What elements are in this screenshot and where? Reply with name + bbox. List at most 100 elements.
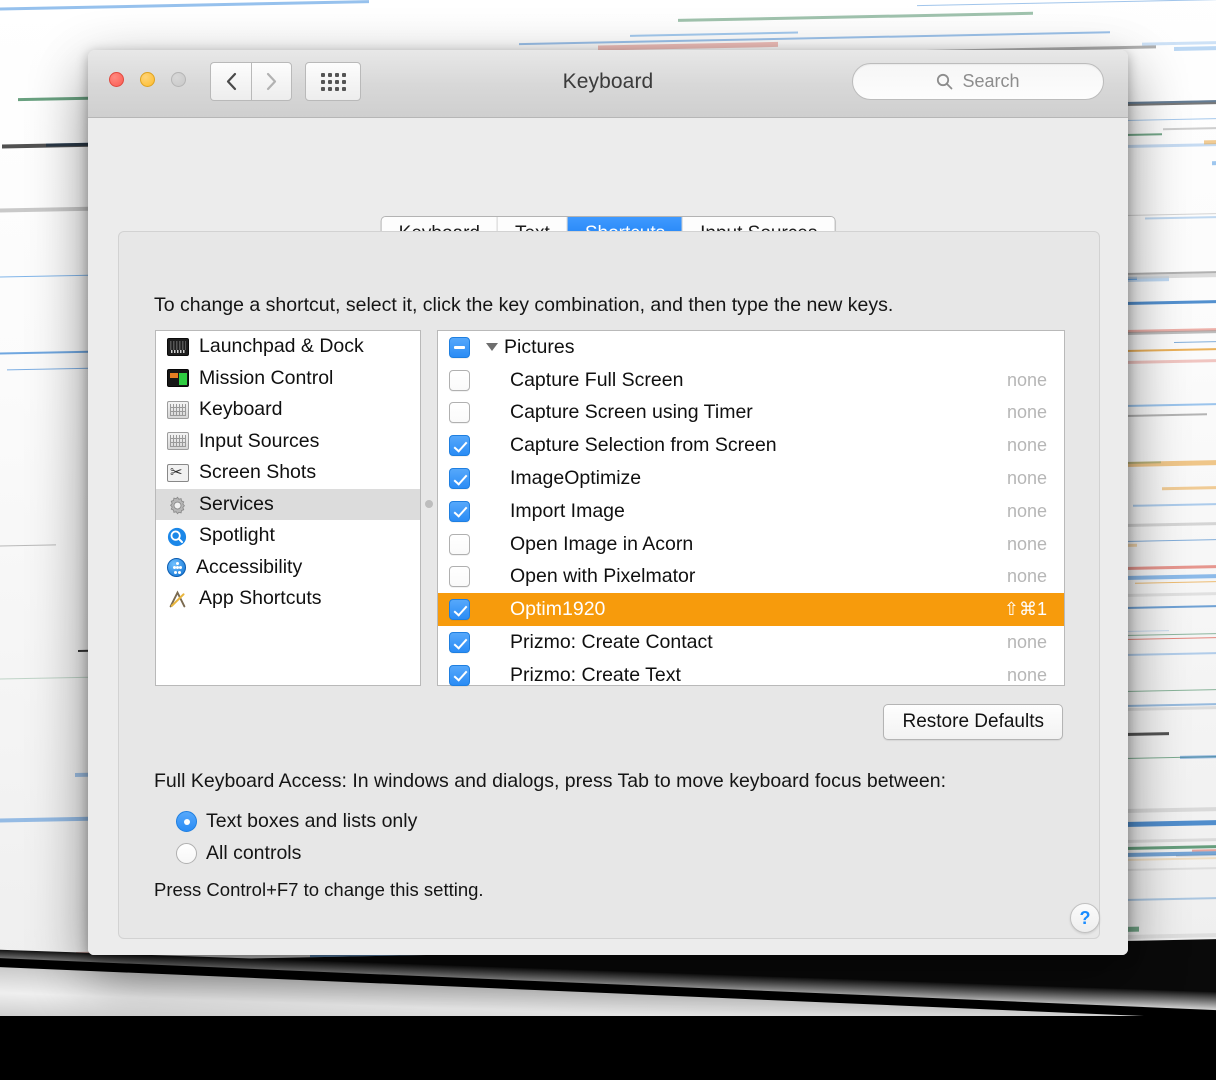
window-titlebar[interactable]: Keyboard Search — [88, 50, 1128, 118]
sidebar-item-mission-control[interactable]: Mission Control — [156, 363, 420, 395]
radio-button-indicator[interactable] — [176, 811, 197, 832]
services-gear-icon — [167, 495, 188, 516]
shortcut-row[interactable]: Capture Screen using Timer none — [438, 397, 1064, 430]
full-keyboard-access-hint: Press Control+F7 to change this setting. — [154, 879, 484, 901]
background-streak — [1133, 499, 1216, 507]
launchpad-dock-icon — [167, 338, 189, 356]
radio-button-indicator[interactable] — [176, 843, 197, 864]
shortcut-checkbox[interactable] — [449, 632, 470, 653]
shortcut-label: Capture Full Screen — [510, 369, 683, 392]
background-streak — [519, 32, 1110, 45]
search-icon — [936, 73, 953, 90]
shortcut-checkbox[interactable] — [449, 337, 470, 358]
shortcut-checkbox[interactable] — [449, 665, 470, 686]
keyboard-icon — [167, 401, 189, 419]
shortcut-key-combination[interactable]: none — [1007, 468, 1047, 489]
shortcut-category-list[interactable]: Launchpad & Dock Mission Control Keyboard I… — [155, 330, 421, 686]
shortcut-row[interactable]: Import Image none — [438, 495, 1064, 528]
shortcut-label: Prizmo: Create Text — [510, 664, 681, 687]
shortcut-label: Capture Selection from Screen — [510, 434, 777, 457]
background-streak — [0, 544, 56, 547]
shortcut-group-row[interactable]: Pictures — [438, 331, 1064, 364]
sidebar-item-input-sources[interactable]: Input Sources — [156, 426, 420, 458]
shortcut-key-combination[interactable]: none — [1007, 534, 1047, 555]
shortcut-key-combination[interactable]: none — [1007, 566, 1047, 587]
screen-shots-icon — [167, 464, 189, 482]
accessibility-icon — [167, 558, 186, 577]
shortcut-checkbox[interactable] — [449, 402, 470, 423]
background-streak — [1163, 113, 1216, 131]
sidebar-item-launchpad-dock[interactable]: Launchpad & Dock — [156, 331, 420, 363]
background-streak — [0, 0, 370, 11]
sidebar-item-label: Launchpad & Dock — [199, 335, 364, 358]
app-shortcuts-icon — [167, 590, 188, 609]
disclosure-triangle-icon[interactable] — [486, 343, 498, 351]
shortcut-key-combination[interactable]: none — [1007, 370, 1047, 391]
shortcut-row[interactable]: Capture Selection from Screen none — [438, 429, 1064, 462]
spotlight-icon — [167, 527, 187, 547]
window-content: KeyboardTextShortcutsInput Sources To ch… — [88, 118, 1128, 955]
shortcut-label: Open Image in Acorn — [510, 533, 693, 556]
restore-defaults-button[interactable]: Restore Defaults — [883, 704, 1063, 740]
shortcut-row[interactable]: ImageOptimize none — [438, 462, 1064, 495]
shortcut-checkbox[interactable] — [449, 370, 470, 391]
shortcut-label: Import Image — [510, 500, 625, 523]
shortcut-label: ImageOptimize — [510, 467, 641, 490]
shortcut-checkbox[interactable] — [449, 435, 470, 456]
shortcut-row[interactable]: Prizmo: Create Text none — [438, 659, 1064, 692]
shortcut-key-combination[interactable]: none — [1007, 501, 1047, 522]
background-streak — [630, 32, 798, 38]
radio-text-boxes-and-lists-only[interactable]: Text boxes and lists only — [176, 810, 417, 833]
shortcut-row[interactable]: Open Image in Acorn none — [438, 528, 1064, 561]
services-gear-icon-wrap — [167, 495, 189, 513]
shortcut-key-combination[interactable]: none — [1007, 665, 1047, 686]
sidebar-scroll-indicator[interactable] — [425, 500, 433, 508]
radio-label: All controls — [206, 842, 301, 865]
background-streak — [1204, 135, 1216, 144]
shortcut-label: Open with Pixelmator — [510, 565, 695, 588]
background-streak — [678, 12, 1033, 22]
sidebar-item-screen-shots[interactable]: Screen Shots — [156, 457, 420, 489]
shortcut-checkbox[interactable] — [449, 534, 470, 555]
shortcut-row[interactable]: Open with Pixelmator none — [438, 561, 1064, 594]
sidebar-item-label: Keyboard — [199, 398, 282, 421]
shortcut-row[interactable]: Capture Full Screen none — [438, 364, 1064, 397]
shortcut-checkbox[interactable] — [449, 501, 470, 522]
background-streak — [917, 0, 1216, 6]
search-input[interactable]: Search — [852, 63, 1104, 100]
shortcuts-panel: To change a shortcut, select it, click t… — [118, 231, 1100, 939]
sidebar-item-services[interactable]: Services — [156, 489, 420, 521]
shortcut-row[interactable]: Prizmo: Create Contactnone — [438, 626, 1064, 659]
shortcut-row[interactable]: Optim1920⇧⌘1 — [438, 593, 1064, 626]
sidebar-item-label: Spotlight — [199, 524, 275, 547]
sidebar-item-app-shortcuts[interactable]: App Shortcuts — [156, 583, 420, 615]
shortcut-label: Capture Screen using Timer — [510, 401, 753, 424]
spotlight-icon-wrap — [167, 527, 189, 545]
instruction-text: To change a shortcut, select it, click t… — [154, 294, 893, 317]
full-keyboard-access-label: Full Keyboard Access: In windows and dia… — [154, 770, 946, 793]
input-sources-icon — [167, 432, 189, 450]
shortcut-key-combination[interactable]: ⇧⌘1 — [1004, 599, 1047, 620]
shortcut-checkbox[interactable] — [449, 566, 470, 587]
mission-control-icon — [167, 369, 189, 387]
sidebar-item-label: Services — [199, 493, 274, 516]
background-black-floor — [0, 1016, 1216, 1080]
shortcut-label: Pictures — [504, 336, 574, 359]
sidebar-item-label: Accessibility — [196, 556, 302, 579]
radio-label: Text boxes and lists only — [206, 810, 417, 833]
sidebar-item-label: App Shortcuts — [199, 587, 321, 610]
shortcut-checkbox[interactable] — [449, 599, 470, 620]
shortcut-key-combination[interactable]: none — [1007, 435, 1047, 456]
sidebar-item-keyboard[interactable]: Keyboard — [156, 394, 420, 426]
keyboard-preferences-window: Keyboard Search KeyboardTextShortcutsInp… — [88, 50, 1128, 955]
sidebar-item-spotlight[interactable]: Spotlight — [156, 520, 420, 552]
shortcut-items-list[interactable]: PicturesCapture Full ScreennoneCapture S… — [437, 330, 1065, 686]
help-button[interactable]: ? — [1070, 903, 1100, 933]
shortcut-checkbox[interactable] — [449, 468, 470, 489]
shortcut-key-combination[interactable]: none — [1007, 402, 1047, 423]
search-placeholder: Search — [962, 71, 1019, 92]
sidebar-item-accessibility[interactable]: Accessibility — [156, 552, 420, 584]
radio-all-controls[interactable]: All controls — [176, 842, 301, 865]
sidebar-item-label: Input Sources — [199, 430, 319, 453]
shortcut-key-combination[interactable]: none — [1007, 632, 1047, 653]
